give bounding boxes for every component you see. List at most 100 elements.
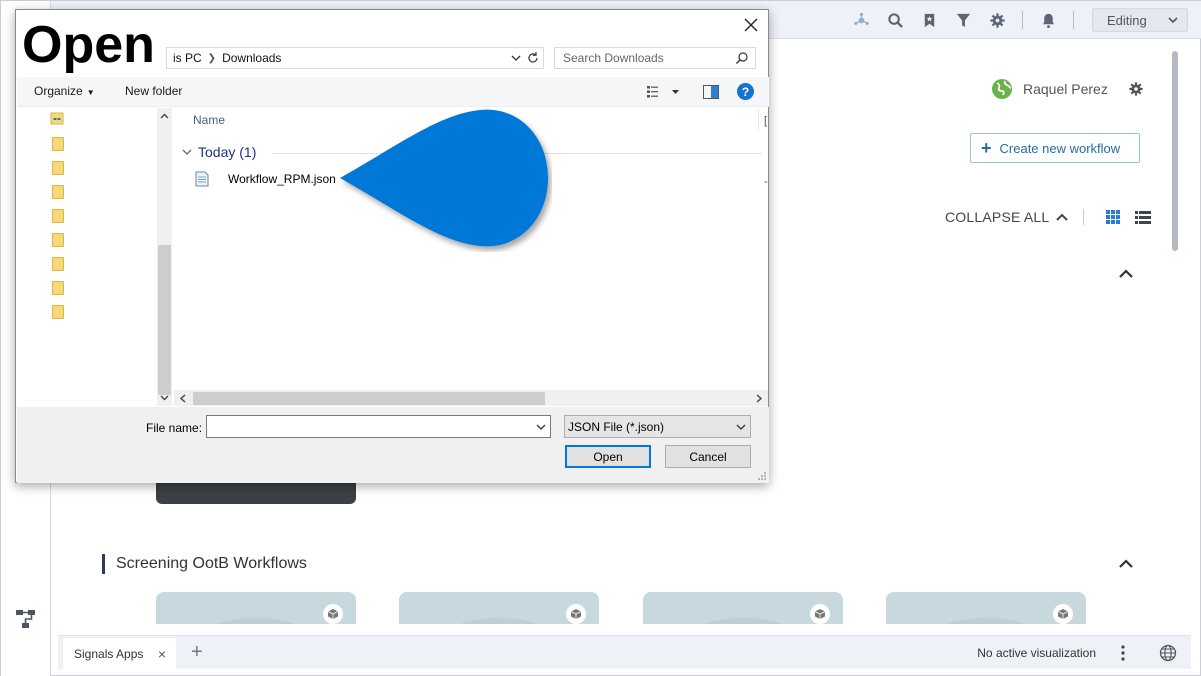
- folder-icon[interactable]: [52, 161, 64, 175]
- horizontal-scrollbar[interactable]: [174, 390, 768, 406]
- user-settings-gear-icon[interactable]: [1128, 81, 1144, 97]
- navigation-scrollbar[interactable]: [157, 108, 172, 406]
- file-name-input[interactable]: [206, 415, 551, 438]
- main-scrollbar-thumb[interactable]: [1172, 51, 1178, 251]
- user-name[interactable]: Raquel Perez: [1023, 81, 1108, 97]
- dialog-footer: File name: JSON File (*.json) Open Cance…: [17, 407, 769, 483]
- bottom-tab-bar: Signals Apps × + No active visualization: [58, 635, 1191, 670]
- address-bar[interactable]: is PC ❯ Downloads: [166, 47, 544, 69]
- group-header-today[interactable]: Today (1): [182, 144, 256, 160]
- folder-icon[interactable]: [52, 257, 64, 271]
- visualization-status: No active visualization: [977, 646, 1096, 660]
- cancel-button[interactable]: Cancel: [665, 445, 751, 468]
- cube-icon: [1053, 604, 1073, 624]
- workflow-icon[interactable]: [15, 608, 37, 630]
- navigation-scrollbar-thumb[interactable]: [158, 245, 171, 395]
- mode-select-value: Editing: [1107, 12, 1147, 28]
- collapse-row: COLLAPSE ALL: [945, 206, 1152, 228]
- search-input[interactable]: Search Downloads: [554, 47, 756, 69]
- resize-grip-icon[interactable]: [757, 471, 767, 481]
- network-drive-icon[interactable]: [50, 112, 64, 125]
- list-view-icon[interactable]: [1134, 208, 1152, 226]
- pointer-marker-icon: [340, 109, 548, 247]
- close-icon[interactable]: [741, 15, 761, 35]
- dropdown-arrow-icon: ▼: [86, 88, 95, 97]
- dialog-title: Open: [22, 13, 169, 77]
- toolbar-separator: [1073, 11, 1074, 29]
- card-illustration: [931, 618, 1041, 624]
- workflow-card[interactable]: [886, 592, 1086, 624]
- search-icon[interactable]: [878, 3, 912, 37]
- card-illustration: [201, 618, 311, 624]
- preview-pane-icon[interactable]: [703, 85, 719, 99]
- section-title: Screening OotB Workflows: [102, 554, 307, 574]
- open-button[interactable]: Open: [565, 445, 651, 468]
- cube-icon: [810, 604, 830, 624]
- cube-icon: [566, 604, 586, 624]
- network-icon[interactable]: [844, 3, 878, 37]
- column-header-name[interactable]: Name: [193, 113, 225, 127]
- file-type-value: JSON File (*.json): [568, 419, 665, 434]
- scroll-right-icon[interactable]: [755, 394, 763, 403]
- file-type-select[interactable]: JSON File (*.json): [564, 415, 751, 438]
- plus-icon: +: [981, 138, 992, 158]
- collapse-all-button[interactable]: COLLAPSE ALL: [945, 209, 1049, 225]
- folder-icon[interactable]: [52, 209, 64, 223]
- file-row[interactable]: Workflow_RPM.json: [195, 170, 336, 188]
- card-illustration: [688, 618, 798, 624]
- tab-label: Signals Apps: [74, 647, 144, 661]
- close-icon[interactable]: ×: [158, 646, 166, 662]
- chevron-up-icon[interactable]: [1055, 210, 1069, 224]
- tab-signals-apps[interactable]: Signals Apps ×: [63, 638, 176, 670]
- column-header-overflow: [: [764, 115, 768, 127]
- file-name-label: File name:: [146, 421, 203, 435]
- refresh-icon[interactable]: [526, 51, 540, 65]
- bookmark-icon[interactable]: [912, 3, 946, 37]
- section-collapse-chevron-icon[interactable]: [1118, 266, 1134, 282]
- column-divider[interactable]: [758, 110, 759, 130]
- group-label: Today (1): [198, 144, 257, 160]
- chevron-down-icon[interactable]: [536, 422, 546, 432]
- create-workflow-label: Create new workflow: [999, 140, 1121, 156]
- command-bar: Organize ▼ New folder ?: [17, 77, 769, 107]
- scroll-up-icon[interactable]: [160, 112, 169, 121]
- grid-view-icon[interactable]: [1104, 208, 1122, 226]
- new-folder-button[interactable]: New folder: [125, 84, 182, 98]
- organize-menu[interactable]: Organize ▼: [34, 84, 95, 98]
- filter-icon[interactable]: [946, 3, 980, 37]
- breadcrumb-separator-icon: ❯: [207, 52, 217, 64]
- navigation-pane: [17, 108, 173, 406]
- toolbar-separator: [1022, 11, 1023, 29]
- json-file-icon: [195, 171, 209, 187]
- more-options-icon[interactable]: [1121, 645, 1125, 661]
- column-overflow: -: [764, 176, 768, 188]
- folder-icon[interactable]: [52, 233, 64, 247]
- bell-icon[interactable]: [1031, 3, 1065, 37]
- create-workflow-button[interactable]: + Create new workflow: [970, 133, 1140, 163]
- language-globe-icon[interactable]: [1159, 644, 1177, 662]
- folder-icon[interactable]: [52, 281, 64, 295]
- card-illustration: [444, 618, 554, 624]
- chevron-down-icon[interactable]: [511, 53, 521, 63]
- mode-select[interactable]: Editing: [1092, 8, 1188, 32]
- workflow-card[interactable]: [643, 592, 843, 624]
- folder-icon[interactable]: [52, 305, 64, 319]
- workflow-card[interactable]: [399, 592, 599, 624]
- user-area: Raquel Perez: [991, 78, 1144, 100]
- folder-icon[interactable]: [52, 137, 64, 151]
- breadcrumb-downloads[interactable]: Downloads: [216, 51, 287, 65]
- gear-icon[interactable]: [980, 3, 1014, 37]
- change-view-icon[interactable]: [646, 85, 682, 99]
- folder-icon[interactable]: [52, 185, 64, 199]
- horizontal-scrollbar-thumb[interactable]: [193, 392, 545, 405]
- section-collapse-chevron-icon[interactable]: [1118, 556, 1134, 572]
- file-name: Workflow_RPM.json: [228, 172, 336, 186]
- breadcrumb-this-pc[interactable]: is PC: [167, 51, 208, 65]
- scroll-left-icon[interactable]: [179, 394, 187, 403]
- workflow-card[interactable]: [156, 592, 356, 624]
- add-tab-button[interactable]: +: [191, 641, 203, 664]
- help-icon[interactable]: ?: [737, 83, 754, 100]
- cube-icon: [323, 604, 343, 624]
- organize-label: Organize: [34, 84, 83, 98]
- scroll-down-icon[interactable]: [160, 393, 169, 402]
